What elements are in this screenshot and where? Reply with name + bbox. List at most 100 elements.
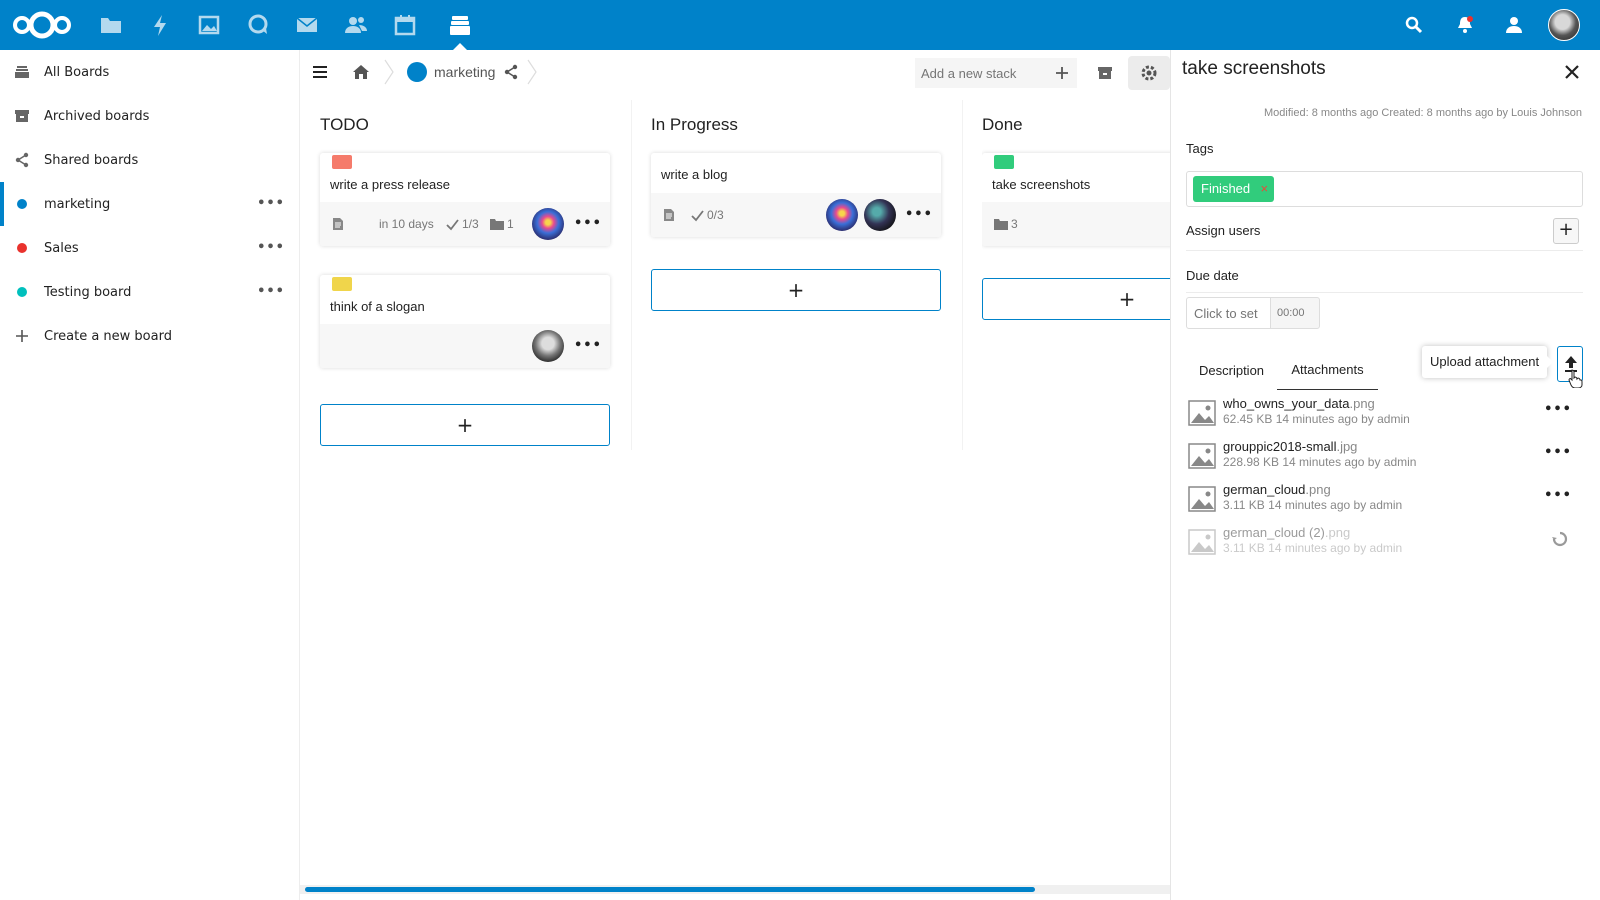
card-footer: ••• — [320, 324, 610, 368]
attachment-meta: 228.98 KB 14 minutes ago by admin — [1223, 455, 1417, 469]
nav-board-sales[interactable]: Sales ••• — [0, 226, 299, 270]
add-card-button[interactable]: + — [651, 269, 941, 311]
archive-icon — [14, 108, 30, 124]
board-color-dot — [407, 62, 427, 82]
card-label — [332, 277, 352, 291]
card-meta-info: Modified: 8 months ago Created: 8 months… — [1264, 107, 1582, 119]
attachment-item[interactable]: grouppic2018-small.jpg 228.98 KB 14 minu… — [1188, 439, 1588, 479]
attachment-menu-button[interactable]: ••• — [1544, 402, 1572, 417]
search-icon[interactable] — [1403, 14, 1425, 36]
board-menu-button[interactable]: ••• — [257, 196, 285, 211]
plus-icon — [1056, 67, 1068, 79]
nav-label: All Boards — [44, 64, 110, 80]
folder-icon — [490, 219, 504, 230]
contacts-menu-icon[interactable] — [1504, 14, 1526, 36]
card-title: take screenshots — [992, 177, 1091, 192]
home-breadcrumb[interactable] — [352, 50, 370, 94]
tab-description[interactable]: Description — [1187, 350, 1276, 390]
nav-label: Testing board — [44, 284, 132, 300]
attachment-name: grouppic2018-small.jpg — [1223, 439, 1358, 454]
check-icon — [691, 209, 704, 221]
add-card-button[interactable]: + — [982, 278, 1170, 320]
attachment-menu-button[interactable]: ••• — [1544, 488, 1572, 503]
deck-icon[interactable] — [446, 11, 474, 39]
calendar-icon[interactable] — [391, 11, 419, 39]
attachment-badge: 1 — [490, 216, 514, 232]
card[interactable]: write a press release in 10 days 1/3 1 •… — [320, 153, 610, 246]
notifications-icon[interactable] — [1454, 14, 1476, 36]
stack-divider — [631, 100, 632, 450]
boards-stack-icon — [14, 64, 30, 80]
board-settings-button[interactable] — [1128, 56, 1170, 90]
card-footer: 3 — [982, 202, 1170, 246]
attachment-item[interactable]: who_owns_your_data.png 62.45 KB 14 minut… — [1188, 396, 1588, 436]
due-time-input[interactable] — [1270, 297, 1320, 329]
nav-all-boards[interactable]: All Boards — [0, 50, 299, 94]
mail-icon[interactable] — [293, 11, 321, 39]
photos-icon[interactable] — [195, 11, 223, 39]
assignee-avatar[interactable] — [532, 208, 564, 240]
share-icon[interactable] — [503, 64, 519, 80]
nav-board-marketing[interactable]: marketing ••• — [0, 182, 299, 226]
files-icon[interactable] — [97, 11, 125, 39]
nav-create-board[interactable]: Create a new board — [0, 314, 299, 358]
nav-label: marketing — [44, 196, 111, 212]
add-stack-button[interactable] — [1047, 58, 1077, 88]
active-app-indicator — [453, 43, 467, 50]
user-avatar[interactable] — [1548, 9, 1580, 41]
attachment-item[interactable]: german_cloud.png 3.11 KB 14 minutes ago … — [1188, 482, 1588, 522]
attachment-meta: 62.45 KB 14 minutes ago by admin — [1223, 412, 1410, 426]
board-menu-button[interactable]: ••• — [257, 284, 285, 299]
attachment-item-uploading[interactable]: german_cloud (2).png 3.11 KB 14 minutes … — [1188, 525, 1588, 565]
tab-attachments[interactable]: Attachments — [1277, 350, 1378, 390]
remove-tag-icon[interactable]: × — [1261, 176, 1269, 202]
talk-icon[interactable] — [244, 11, 272, 39]
card[interactable]: write a blog 0/3 ••• — [651, 153, 941, 237]
tags-select[interactable]: Finished × — [1186, 171, 1583, 207]
card-menu-button[interactable]: ••• — [574, 216, 602, 231]
card-menu-button[interactable]: ••• — [905, 207, 933, 222]
contacts-icon[interactable] — [342, 11, 370, 39]
due-date-input[interactable] — [1186, 297, 1271, 329]
stack-title: In Progress — [651, 115, 738, 134]
card[interactable]: think of a slogan ••• — [320, 275, 610, 368]
card-title: think of a slogan — [330, 299, 425, 314]
card-menu-button[interactable]: ••• — [574, 338, 602, 353]
stack-title: Done — [982, 115, 1023, 134]
image-icon — [1188, 443, 1216, 469]
card-detail-title[interactable]: take screenshots — [1182, 58, 1326, 80]
nav-label: Create a new board — [44, 328, 172, 344]
card-footer: in 10 days 1/3 1 ••• — [320, 202, 610, 246]
archive-icon — [1098, 67, 1112, 79]
card-footer: 0/3 ••• — [651, 193, 941, 237]
card-label — [332, 155, 352, 169]
add-card-button[interactable]: + — [320, 404, 610, 446]
scrollbar-thumb[interactable] — [305, 887, 1035, 892]
stack-title: TODO — [320, 115, 369, 134]
nav-label: Shared boards — [44, 152, 139, 168]
archive-toggle-button[interactable] — [1084, 56, 1126, 90]
attachment-name: german_cloud (2).png — [1223, 525, 1351, 540]
assignee-avatar[interactable] — [864, 199, 896, 231]
board-color-dot — [17, 199, 27, 209]
nav-board-testing[interactable]: Testing board ••• — [0, 270, 299, 314]
assign-user-button[interactable]: + — [1553, 218, 1579, 244]
assignee-avatar[interactable] — [532, 330, 564, 362]
activity-icon[interactable] — [146, 11, 174, 39]
nextcloud-logo-icon[interactable] — [10, 9, 74, 41]
board-breadcrumb[interactable]: marketing — [407, 50, 519, 94]
card-label — [994, 155, 1014, 169]
app-navigation-toggle[interactable] — [312, 50, 328, 94]
due-date-label: Due date — [1186, 268, 1239, 283]
board-color-dot — [17, 287, 27, 297]
folder-icon — [994, 219, 1008, 230]
nav-archived-boards[interactable]: Archived boards — [0, 94, 299, 138]
assignee-avatar[interactable] — [826, 199, 858, 231]
attachment-menu-button[interactable]: ••• — [1544, 445, 1572, 460]
card[interactable]: take screenshots 3 — [982, 153, 1170, 246]
description-icon — [332, 216, 344, 232]
board-menu-button[interactable]: ••• — [257, 240, 285, 255]
nav-shared-boards[interactable]: Shared boards — [0, 138, 299, 182]
close-icon[interactable] — [1562, 62, 1582, 82]
checklist-badge: 0/3 — [691, 207, 724, 223]
